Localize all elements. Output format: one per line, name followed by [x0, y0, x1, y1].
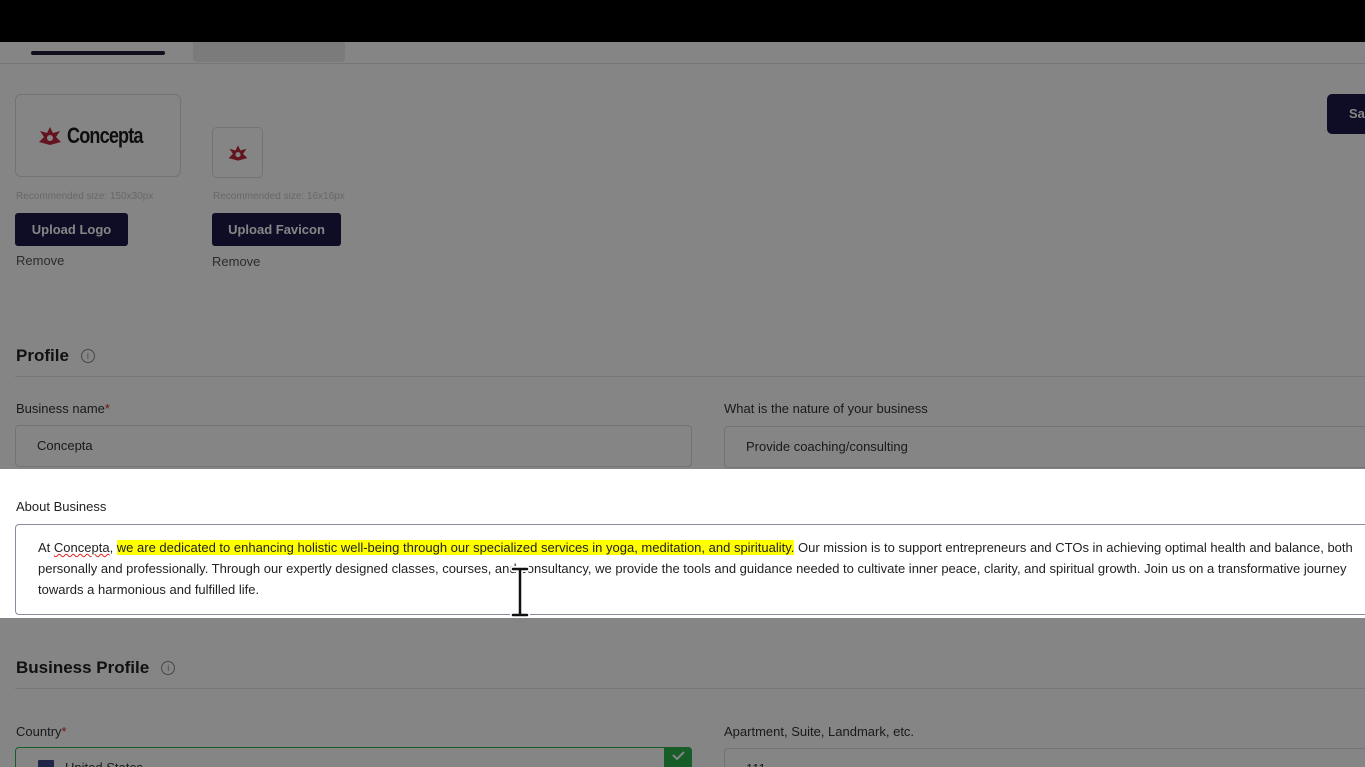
about-business-label: About Business	[16, 499, 107, 514]
text-cursor-icon	[510, 566, 530, 618]
screen-top-bar	[0, 0, 1365, 42]
about-business-textarea[interactable]: At Concepta, we are dedicated to enhanci…	[15, 524, 1365, 615]
misspelled-word: Concepta	[53, 540, 110, 555]
dim-overlay-bottom	[0, 618, 1365, 767]
highlighted-text: we are dedicated to enhancing holistic w…	[116, 540, 795, 555]
dim-overlay-top	[0, 42, 1365, 469]
settings-page: Concepta Recommended size: 150x30px Uplo…	[0, 42, 1365, 767]
